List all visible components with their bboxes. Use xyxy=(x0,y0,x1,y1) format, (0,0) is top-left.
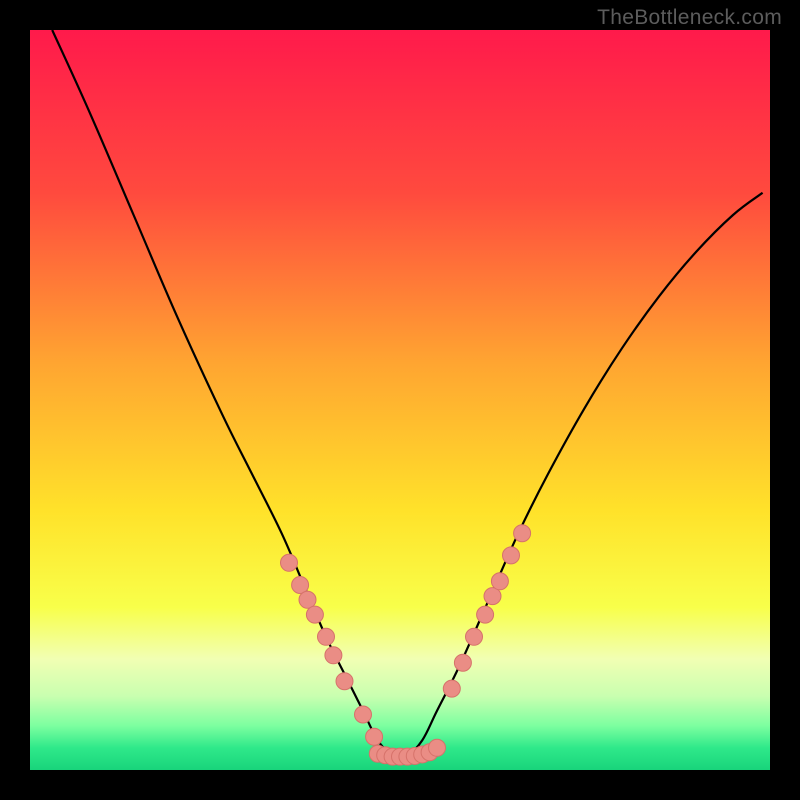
data-point xyxy=(491,573,508,590)
data-point xyxy=(514,525,531,542)
data-point xyxy=(281,554,298,571)
gradient-background xyxy=(30,30,770,770)
data-point xyxy=(336,673,353,690)
data-point xyxy=(443,680,460,697)
data-point xyxy=(355,706,372,723)
data-point xyxy=(306,606,323,623)
data-point xyxy=(477,606,494,623)
data-point xyxy=(466,628,483,645)
data-point xyxy=(366,728,383,745)
watermark-text: TheBottleneck.com xyxy=(597,6,782,30)
data-point xyxy=(318,628,335,645)
data-point xyxy=(454,654,471,671)
data-point xyxy=(325,647,342,664)
data-point xyxy=(429,739,446,756)
chart-frame xyxy=(30,30,770,770)
data-point xyxy=(503,547,520,564)
chart-canvas xyxy=(30,30,770,770)
